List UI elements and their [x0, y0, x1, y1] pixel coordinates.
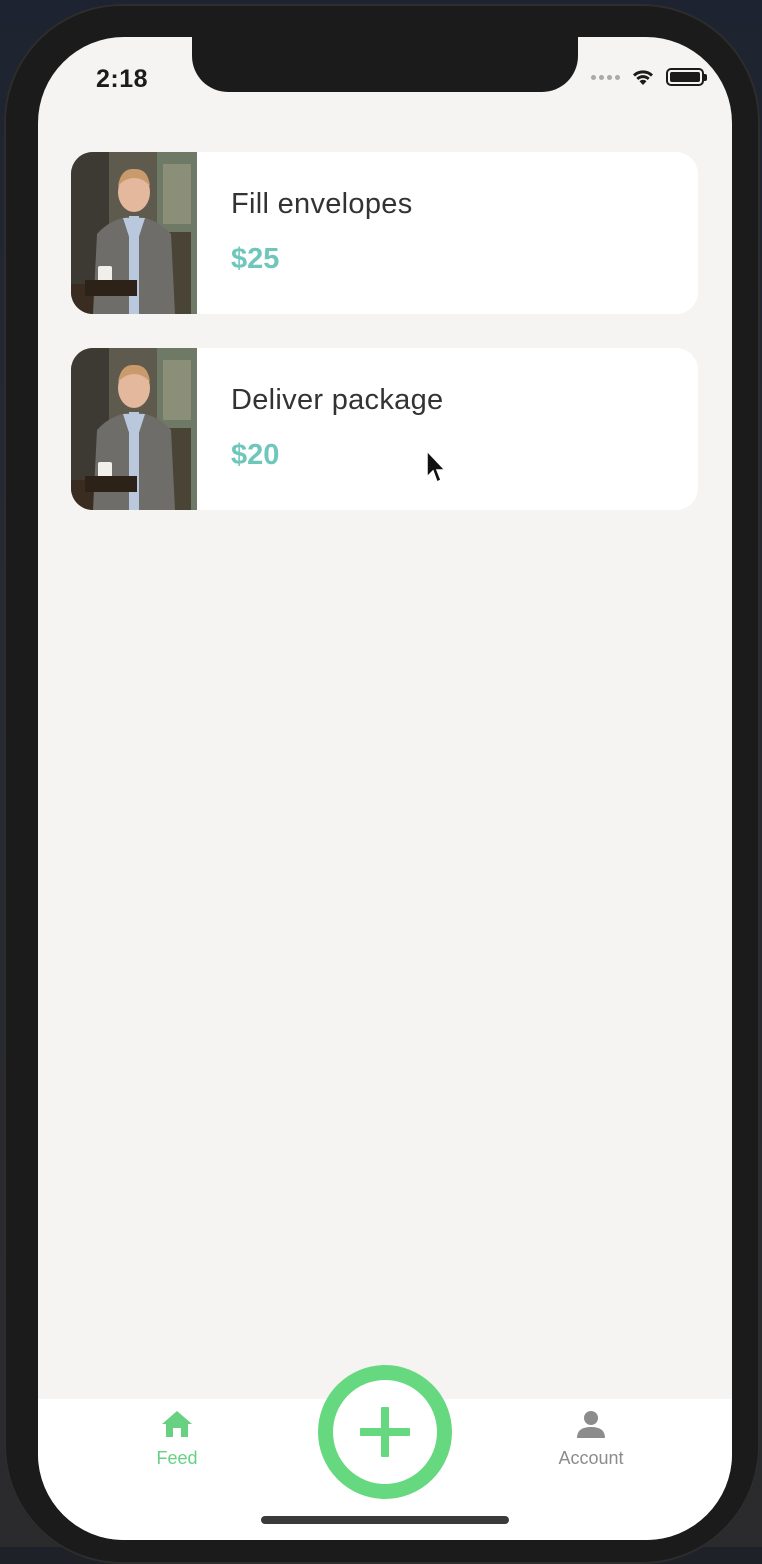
tab-account-label: Account [558, 1448, 624, 1468]
phone-frame: 2:18 Fill envelopes $25 Deliver package … [4, 4, 760, 1564]
add-task-button[interactable] [318, 1365, 452, 1499]
task-feed: Fill envelopes $25 Deliver package $20 [71, 152, 698, 544]
wifi-icon [633, 70, 653, 85]
task-card[interactable]: Deliver package $20 [71, 348, 698, 510]
profile-photo [71, 348, 197, 510]
notch [192, 37, 578, 92]
task-card-body: Fill envelopes $25 [197, 152, 413, 314]
task-price: $25 [231, 243, 280, 275]
task-title: Fill envelopes [231, 188, 413, 220]
home-indicator[interactable] [261, 1516, 509, 1524]
task-card[interactable]: Fill envelopes $25 [71, 152, 698, 314]
phone-screen: 2:18 Fill envelopes $25 Deliver package … [38, 37, 732, 1540]
status-icons [591, 67, 707, 87]
tab-feed[interactable]: Feed [117, 1409, 237, 1469]
tab-feed-label: Feed [156, 1448, 198, 1468]
status-time: 2:18 [96, 65, 149, 93]
person-icon [577, 1411, 605, 1438]
profile-photo [71, 152, 197, 314]
battery-icon [666, 68, 707, 86]
home-icon [162, 1411, 192, 1437]
task-card-body: Deliver package $20 [197, 348, 443, 510]
cellular-signal-icon [591, 74, 620, 80]
plus-icon [360, 1407, 410, 1457]
tab-account[interactable]: Account [531, 1409, 651, 1469]
task-title: Deliver package [231, 384, 444, 416]
task-price: $20 [231, 439, 280, 471]
mouse-cursor-icon [426, 450, 447, 484]
